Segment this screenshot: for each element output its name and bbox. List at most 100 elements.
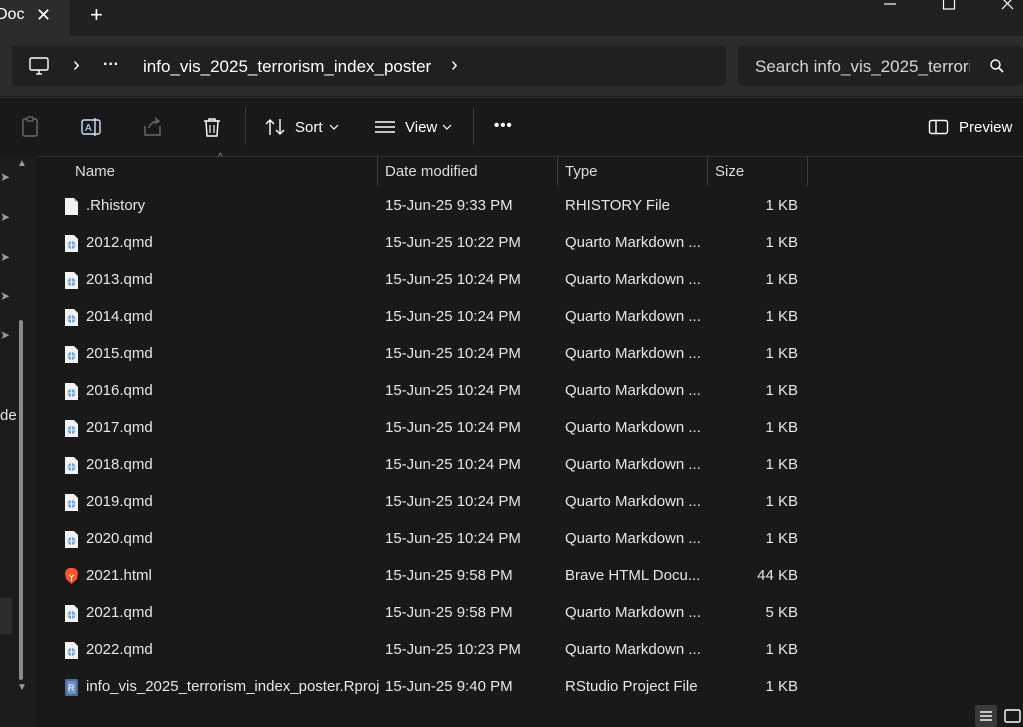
table-row[interactable]: 2019.qmd 15-Jun-25 10:24 PM Quarto Markdow… xyxy=(40,484,1020,521)
table-row[interactable]: 2014.qmd 15-Jun-25 10:24 PM Quarto Markdow… xyxy=(40,299,1020,336)
file-date-modified: 15-Jun-25 9:58 PM xyxy=(385,604,513,621)
delete-icon[interactable] xyxy=(201,116,223,138)
table-row[interactable]: 2015.qmd 15-Jun-25 10:24 PM Quarto Markdow… xyxy=(40,336,1020,373)
new-tab-button[interactable]: + xyxy=(90,2,103,28)
column-divider[interactable] xyxy=(707,156,708,186)
table-row[interactable]: 2013.qmd 15-Jun-25 10:24 PM Quarto Markdow… xyxy=(40,262,1020,299)
quarto-file-icon xyxy=(65,346,78,363)
view-icon[interactable] xyxy=(374,119,396,135)
path-overflow-button[interactable]: ··· xyxy=(103,56,119,74)
sort-chevron-icon[interactable] xyxy=(329,123,339,131)
scroll-down-icon[interactable]: ▼ xyxy=(17,682,27,693)
preview-button[interactable]: Preview xyxy=(959,119,1012,136)
view-chevron-icon[interactable] xyxy=(442,123,452,131)
minimize-icon[interactable] xyxy=(880,0,900,12)
file-type: RHISTORY File xyxy=(565,197,671,214)
file-date-modified: 15-Jun-25 10:24 PM xyxy=(385,530,521,547)
table-row[interactable]: 2012.qmd 15-Jun-25 10:22 PM Quarto Markdow… xyxy=(40,225,1020,262)
file-name[interactable]: 2012.qmd xyxy=(86,234,153,251)
file-name[interactable]: 2022.qmd xyxy=(86,641,153,658)
file-date-modified: 15-Jun-25 10:24 PM xyxy=(385,308,521,325)
file-size: 1 KB xyxy=(765,419,798,436)
paste-icon[interactable] xyxy=(20,116,42,138)
sort-button[interactable]: Sort xyxy=(295,119,323,136)
file-size: 5 KB xyxy=(765,604,798,621)
file-size: 1 KB xyxy=(765,456,798,473)
search-icon[interactable] xyxy=(989,58,1005,74)
pin-icon: ➤ xyxy=(0,250,11,264)
file-date-modified: 15-Jun-25 10:24 PM xyxy=(385,419,521,436)
file-date-modified: 15-Jun-25 9:33 PM xyxy=(385,197,513,214)
file-date-modified: 15-Jun-25 9:58 PM xyxy=(385,567,513,584)
table-row[interactable]: 2020.qmd 15-Jun-25 10:24 PM Quarto Markdow… xyxy=(40,521,1020,558)
sidebar-scrollbar[interactable] xyxy=(19,320,23,680)
file-name[interactable]: .Rhistory xyxy=(86,197,145,214)
file-name[interactable]: 2015.qmd xyxy=(86,345,153,362)
table-row[interactable]: 2022.qmd 15-Jun-25 10:23 PM Quarto Markdow… xyxy=(40,632,1020,669)
breadcrumb-folder[interactable]: info_vis_2025_terrorism_index_poster xyxy=(143,57,431,77)
file-size: 1 KB xyxy=(765,197,798,214)
file-name[interactable]: 2018.qmd xyxy=(86,456,153,473)
nav-item-label[interactable]: de xyxy=(0,407,17,424)
search-input[interactable]: Search info_vis_2025_terrori xyxy=(755,57,970,77)
table-row[interactable]: 2016.qmd 15-Jun-25 10:24 PM Quarto Markdow… xyxy=(40,373,1020,410)
rproj-file-icon: R xyxy=(65,679,78,696)
column-divider[interactable] xyxy=(557,156,558,186)
file-size: 1 KB xyxy=(765,271,798,288)
column-divider[interactable] xyxy=(807,156,808,186)
column-header-name[interactable]: Name xyxy=(75,163,115,180)
quarto-file-icon xyxy=(65,494,78,511)
folder-chevron-icon[interactable]: › xyxy=(451,54,458,77)
this-pc-icon[interactable] xyxy=(28,55,50,77)
file-name[interactable]: 2014.qmd xyxy=(86,308,153,325)
more-options-button[interactable]: ••• xyxy=(494,117,513,134)
column-header-type[interactable]: Type xyxy=(565,163,598,180)
file-date-modified: 15-Jun-25 10:22 PM xyxy=(385,234,521,251)
column-divider[interactable] xyxy=(377,156,378,186)
file-name[interactable]: 2020.qmd xyxy=(86,530,153,547)
file-date-modified: 15-Jun-25 10:24 PM xyxy=(385,493,521,510)
table-row[interactable]: 2021.html 15-Jun-25 9:58 PM Brave HTML Doc… xyxy=(40,558,1020,595)
file-name[interactable]: info_vis_2025_terrorism_index_poster.Rpr… xyxy=(86,678,380,695)
table-row[interactable]: Rinfo_vis_2025_terrorism_index_poster.Rp… xyxy=(40,669,1020,706)
svg-text:R: R xyxy=(68,683,75,693)
share-icon[interactable] xyxy=(142,116,164,138)
file-name[interactable]: 2021.html xyxy=(86,567,152,584)
file-name[interactable]: 2016.qmd xyxy=(86,382,153,399)
view-button[interactable]: View xyxy=(405,119,437,136)
maximize-icon[interactable] xyxy=(940,0,960,12)
quarto-file-icon xyxy=(65,642,78,659)
close-tab-icon[interactable]: ✕ xyxy=(36,5,51,26)
file-name[interactable]: 2019.qmd xyxy=(86,493,153,510)
title-bar xyxy=(0,0,1023,36)
sort-icon[interactable] xyxy=(264,117,286,137)
rename-icon[interactable]: A xyxy=(80,116,104,138)
file-name[interactable]: 2013.qmd xyxy=(86,271,153,288)
file-date-modified: 15-Jun-25 10:24 PM xyxy=(385,382,521,399)
quarto-file-icon xyxy=(65,309,78,326)
table-row[interactable]: .Rhistory 15-Jun-25 9:33 PM RHISTORY File 1… xyxy=(40,188,1020,225)
table-row[interactable]: 2018.qmd 15-Jun-25 10:24 PM Quarto Markdow… xyxy=(40,447,1020,484)
preview-pane-icon[interactable] xyxy=(928,119,950,135)
table-row[interactable]: 2021.qmd 15-Jun-25 9:58 PM Quarto Markdown… xyxy=(40,595,1020,632)
quarto-file-icon xyxy=(65,235,78,252)
pin-icon: ➤ xyxy=(0,210,11,224)
nav-item-selected[interactable] xyxy=(0,598,12,634)
sort-indicator-icon: ^ xyxy=(218,152,223,163)
column-header-size[interactable]: Size xyxy=(715,163,744,180)
tiles-view-icon[interactable] xyxy=(1002,705,1023,727)
scroll-up-icon[interactable]: ▲ xyxy=(17,158,27,169)
file-type: RStudio Project File xyxy=(565,678,698,695)
brave-file-icon xyxy=(65,568,78,584)
column-header-date[interactable]: Date modified xyxy=(385,163,478,180)
path-chevron-icon[interactable]: › xyxy=(73,54,80,77)
pin-icon: ➤ xyxy=(0,328,11,342)
close-window-icon[interactable] xyxy=(998,0,1018,12)
table-row[interactable]: 2017.qmd 15-Jun-25 10:24 PM Quarto Markdow… xyxy=(40,410,1020,447)
details-view-icon[interactable] xyxy=(975,705,997,727)
file-name[interactable]: 2021.qmd xyxy=(86,604,153,621)
file-name[interactable]: 2017.qmd xyxy=(86,419,153,436)
quarto-file-icon xyxy=(65,531,78,548)
file-size: 1 KB xyxy=(765,308,798,325)
file-date-modified: 15-Jun-25 10:24 PM xyxy=(385,456,521,473)
